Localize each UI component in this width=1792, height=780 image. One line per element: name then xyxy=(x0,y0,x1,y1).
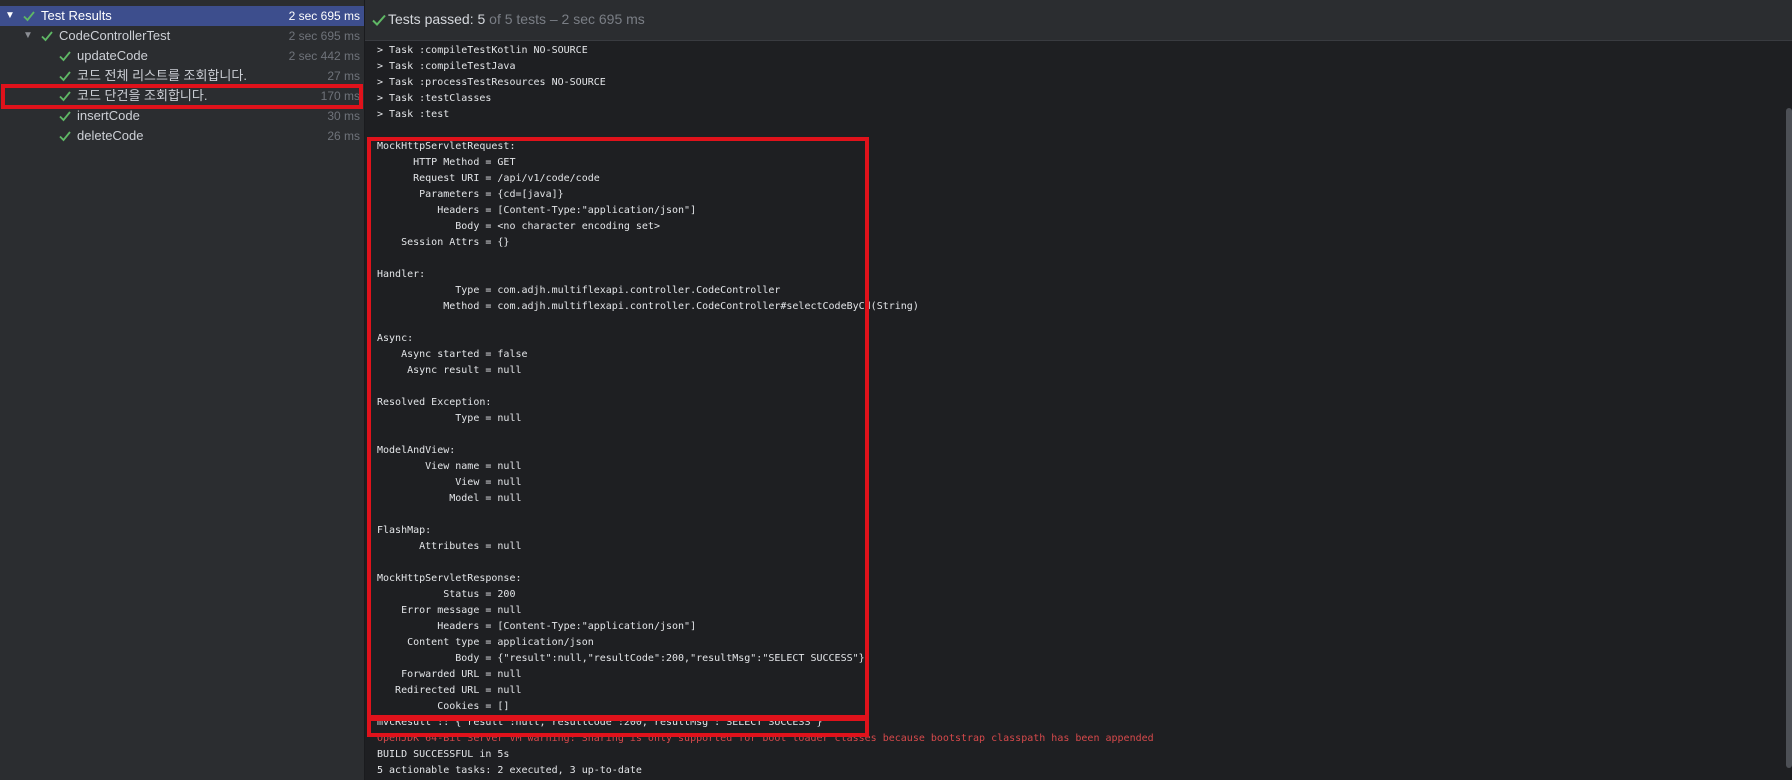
check-icon xyxy=(58,89,72,103)
console-line: Content type = application/json xyxy=(377,637,594,648)
console-line: Async result = null xyxy=(377,365,522,376)
check-icon xyxy=(22,9,36,23)
check-icon xyxy=(371,12,387,28)
console-line: > Task :compileTestKotlin NO-SOURCE xyxy=(377,45,588,56)
console-line: Handler: xyxy=(377,269,426,280)
console-line: Forwarded URL = null xyxy=(377,669,522,680)
check-icon xyxy=(58,49,72,63)
console-line: ModelAndView: xyxy=(377,445,456,456)
tree-root-duration: 2 sec 695 ms xyxy=(288,9,360,23)
console-line: Method = com.adjh.multiflexapi.controlle… xyxy=(377,301,919,312)
console-line: > Task :compileTestJava xyxy=(377,61,516,72)
chevron-down-icon[interactable]: ▼ xyxy=(22,26,34,46)
console-line: > Task :test xyxy=(377,109,450,120)
tests-passed-label: Tests passed: 5 xyxy=(388,11,486,27)
check-icon xyxy=(58,69,72,83)
console-line: mvcResult :: {"result":null,"resultCode"… xyxy=(377,717,823,728)
test-status-bar: Tests passed: 5 of 5 tests – 2 sec 695 m… xyxy=(365,0,1792,41)
console-line: Headers = [Content-Type:"application/jso… xyxy=(377,205,697,216)
tree-suite-label: CodeControllerTest xyxy=(59,28,171,43)
console-line: Redirected URL = null xyxy=(377,685,522,696)
console-line: OpenJDK 64-Bit Server VM warning: Sharin… xyxy=(377,733,1154,744)
console-line: View = null xyxy=(377,477,522,488)
console-line: > Task :testClasses xyxy=(377,93,492,104)
console-line: View name = null xyxy=(377,461,522,472)
tree-test-item[interactable]: updateCode 2 sec 442 ms xyxy=(0,46,364,66)
console-line: Cookies = [] xyxy=(377,701,510,712)
console-line: MockHttpServletResponse: xyxy=(377,573,522,584)
tree-test-label: insertCode xyxy=(77,108,140,123)
tree-test-label: 코드 단건을 조회합니다. xyxy=(77,88,208,103)
tree-test-duration: 27 ms xyxy=(327,69,360,83)
console-line: FlashMap: xyxy=(377,525,432,536)
tree-root-test-results[interactable]: ▼ Test Results 2 sec 695 ms xyxy=(0,6,364,26)
tree-root-label: Test Results xyxy=(41,8,112,23)
console-line: Session Attrs = {} xyxy=(377,237,510,248)
console-line: Body = <no character encoding set> xyxy=(377,221,660,232)
console-line: Async: xyxy=(377,333,414,344)
console-line: Request URI = /api/v1/code/code xyxy=(377,173,600,184)
console-line: Async started = false xyxy=(377,349,528,360)
console-line: Error message = null xyxy=(377,605,522,616)
console-panel: Tests passed: 5 of 5 tests – 2 sec 695 m… xyxy=(365,0,1792,780)
chevron-down-icon[interactable]: ▼ xyxy=(4,6,16,26)
tests-total-label: of 5 tests – 2 sec 695 ms xyxy=(485,11,645,27)
tree-test-duration: 2 sec 442 ms xyxy=(288,49,360,63)
tree-test-item[interactable]: deleteCode 26 ms xyxy=(0,126,364,146)
tests-passed-summary: Tests passed: 5 of 5 tests – 2 sec 695 m… xyxy=(388,11,645,27)
console-line: Body = {"result":null,"resultCode":200,"… xyxy=(377,653,865,664)
console-line: Type = com.adjh.multiflexapi.controller.… xyxy=(377,285,781,296)
console-line: Attributes = null xyxy=(377,541,522,552)
tree-test-label: deleteCode xyxy=(77,128,144,143)
tree-test-item[interactable]: 코드 전체 리스트를 조회합니다. 27 ms xyxy=(0,66,364,86)
console-line: MockHttpServletRequest: xyxy=(377,141,516,152)
console-line: > Task :processTestResources NO-SOURCE xyxy=(377,77,606,88)
tree-suite-duration: 2 sec 695 ms xyxy=(288,29,360,43)
tree-test-duration: 30 ms xyxy=(327,109,360,123)
console-line: Status = 200 xyxy=(377,589,516,600)
console-scrollbar[interactable] xyxy=(1786,108,1792,768)
tree-test-label: updateCode xyxy=(77,48,148,63)
check-icon xyxy=(58,109,72,123)
console-output[interactable]: > Task :compileTestKotlin NO-SOURCE > Tas… xyxy=(377,43,1154,779)
tree-test-item[interactable]: 코드 단건을 조회합니다. 170 ms xyxy=(0,86,364,106)
console-line: Headers = [Content-Type:"application/jso… xyxy=(377,621,697,632)
console-line: BUILD SUCCESSFUL in 5s xyxy=(377,749,510,760)
tree-test-duration: 170 ms xyxy=(320,89,360,103)
console-line: HTTP Method = GET xyxy=(377,157,516,168)
check-icon xyxy=(40,29,54,43)
tree-test-label: 코드 전체 리스트를 조회합니다. xyxy=(77,68,247,83)
test-results-tree: ▼ Test Results 2 sec 695 ms ▼ CodeContro… xyxy=(0,0,364,780)
console-line: Resolved Exception: xyxy=(377,397,492,408)
console-line: 5 actionable tasks: 2 executed, 3 up-to-… xyxy=(377,765,642,776)
console-line: Type = null xyxy=(377,413,522,424)
tree-test-duration: 26 ms xyxy=(327,129,360,143)
tree-suite-codecontrollertest[interactable]: ▼ CodeControllerTest 2 sec 695 ms xyxy=(0,26,364,46)
console-line: Model = null xyxy=(377,493,522,504)
tree-test-item[interactable]: insertCode 30 ms xyxy=(0,106,364,126)
check-icon xyxy=(58,129,72,143)
console-line: Parameters = {cd=[java]} xyxy=(377,189,564,200)
